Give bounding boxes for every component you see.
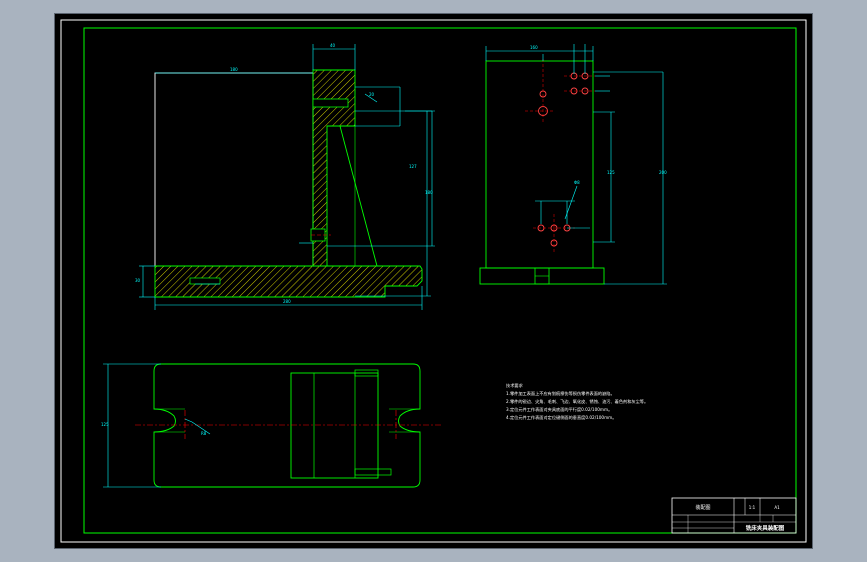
side-view: 160 200 125 Φ8 — [479, 44, 667, 285]
workpiece-outline — [154, 72, 314, 267]
svg-text:127: 127 — [409, 164, 417, 169]
svg-text:180: 180 — [425, 190, 433, 195]
note-line-3: 3.定位元件工作表面对夹具底面的平行度0.02/100mm。 — [506, 406, 612, 413]
cad-drawing: 40 180 20 127 180 280 30 160200 125Φ8 125R8… — [60, 19, 807, 543]
top-base-outline — [153, 363, 421, 488]
note-line-2: 2.零件的锐边、尖角、毛刺、飞边、氧化皮、锈蚀、油污、着色剂和灰尘等。 — [506, 398, 648, 405]
svg-text:280: 280 — [283, 299, 291, 304]
note-line-4: 4.定位元件工作表面对定位键侧面的垂直度0.02/100mm。 — [506, 414, 616, 421]
top-centerlines — [135, 410, 442, 439]
svg-text:30: 30 — [135, 278, 141, 283]
svg-text:180: 180 — [230, 67, 238, 72]
svg-text:R8: R8 — [201, 431, 207, 436]
cad-window: 40 180 20 127 180 280 30 160 200 125 Φ8 … — [0, 0, 867, 562]
notes-heading: 技术要求 — [506, 382, 524, 389]
front-view: 40 180 20 127 180 280 30 — [135, 43, 435, 310]
front-dim-text: 40 180 20 127 180 280 30 — [135, 43, 433, 304]
drawing-title: 铣床夹具装配图 — [746, 524, 785, 532]
svg-text:125: 125 — [607, 170, 615, 175]
svg-text:125: 125 — [101, 422, 109, 427]
support-rib — [339, 125, 378, 267]
title-scale: 1:1 — [749, 505, 756, 510]
top-column — [290, 372, 379, 479]
svg-text:20: 20 — [369, 92, 375, 97]
tenon-slot — [189, 277, 221, 285]
title-left-label: 装配图 — [695, 504, 710, 511]
title-code: A1 — [774, 505, 780, 510]
side-dimensions — [485, 44, 667, 285]
title-block: 装配图 1:1 A1 铣床夹具装配图 — [671, 497, 797, 534]
top-dimensions — [103, 363, 211, 488]
side-dim-text: 160 200 125 Φ8 — [530, 45, 667, 185]
svg-text:200: 200 — [659, 170, 667, 175]
clamp-slot — [312, 98, 349, 108]
technical-notes: 技术要求 1.零件加工表面上不应有划痕擦伤等损伤零件表面的缺陷。 2.零件的锐边… — [506, 382, 648, 421]
svg-text:160: 160 — [530, 45, 538, 50]
note-line-1: 1.零件加工表面上不应有划痕擦伤等损伤零件表面的缺陷。 — [506, 390, 615, 397]
top-view: 125 R8 — [101, 363, 442, 488]
svg-text:Φ8: Φ8 — [574, 180, 580, 185]
drawing-viewport[interactable]: 40 180 20 127 180 280 30 160 200 125 Φ8 … — [55, 14, 812, 548]
side-holes — [537, 72, 589, 247]
svg-text:40: 40 — [330, 43, 336, 48]
